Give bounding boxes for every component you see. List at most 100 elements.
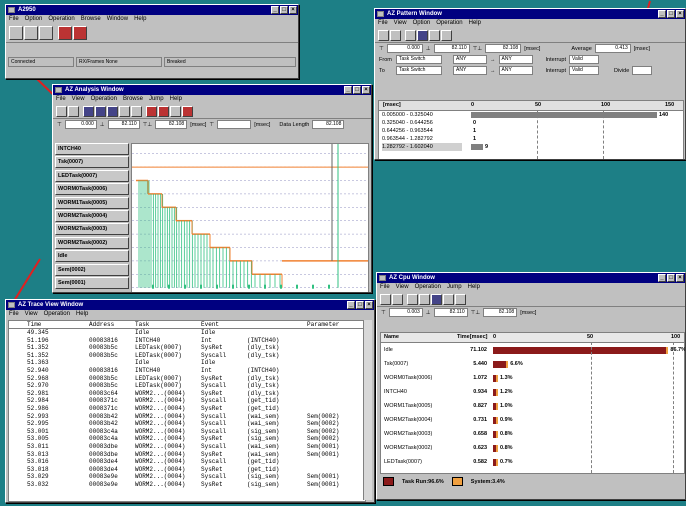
menu-item-help[interactable]: Help — [76, 310, 88, 319]
toolbar-button[interactable] — [170, 105, 181, 117]
toolbar-button[interactable] — [107, 105, 118, 117]
toolbar-button[interactable] — [407, 293, 418, 305]
task-label[interactable]: LEDTask(0007) — [55, 169, 129, 182]
maximize-button[interactable]: □ — [353, 86, 361, 94]
trace-row[interactable]: 52.968 00083b5c LEDTask(0007) SysRet (dly_ts… — [9, 375, 365, 383]
maximize-button[interactable]: □ — [280, 6, 288, 14]
toolbar-button[interactable] — [392, 293, 403, 305]
task-label[interactable]: WORM2Task(0002) — [55, 236, 129, 249]
cpu-row[interactable]: WORM2Task(0002) 0.623 0.8% — [381, 441, 684, 455]
trace-row[interactable]: 52.993 00083b42 WORM2...(0004) Syscall (wai_… — [9, 413, 365, 421]
toolbar-button[interactable] — [56, 105, 67, 117]
trace-row[interactable]: 52.981 00083c64 WORM2...(0004) SysRet (dly_t… — [9, 390, 365, 398]
pattern-row[interactable]: 0.005000 - 0.325040 140 — [379, 111, 683, 119]
menu-item-help[interactable]: Help — [469, 19, 481, 28]
trace-row[interactable]: 52.940 00083816 INTCH40 Int (INTCH40) — [9, 367, 365, 375]
toolbar-button[interactable] — [83, 105, 94, 117]
toolbar-button[interactable] — [429, 29, 440, 41]
menu-item-option[interactable]: Option — [413, 19, 431, 28]
average-field[interactable]: 0.413 — [594, 44, 631, 53]
task-label[interactable]: INTCH40 — [55, 143, 129, 155]
trace-row[interactable]: 53.016 00083de4 WORM2...(0004) Syscall (get_… — [9, 458, 365, 466]
toolbar-button[interactable] — [95, 105, 106, 117]
cpu-row[interactable]: WORM2Task(0003) 0.658 0.8% — [381, 427, 684, 441]
start-time-field[interactable]: 0.003 — [388, 308, 423, 317]
toolbar-button[interactable] — [455, 293, 466, 305]
trace-row[interactable]: 52.984 0008371c WORM2...(0004) Syscall (get_… — [9, 397, 365, 405]
toolbar-button[interactable] — [68, 105, 79, 117]
menu-item-operation[interactable]: Operation — [44, 310, 70, 319]
toolbar-button[interactable] — [158, 105, 169, 117]
menu-item-file[interactable]: File — [56, 95, 66, 104]
toolbar-button[interactable] — [378, 29, 389, 41]
trace-row[interactable]: 53.018 00083de4 WORM2...(0004) SysRet (get_t… — [9, 466, 365, 474]
menu-item-jump[interactable]: Jump — [447, 283, 462, 292]
menu-item-browse[interactable]: Browse — [123, 95, 143, 104]
interrupt-select-2[interactable]: Valid — [568, 66, 599, 75]
toolbar-button[interactable] — [380, 293, 391, 305]
to-select[interactable]: Task Switch — [396, 66, 442, 75]
pattern-row[interactable]: 1.282792 - 1.602040 9 — [379, 143, 683, 151]
cursor-field[interactable] — [217, 120, 252, 129]
maximize-button[interactable]: □ — [667, 10, 675, 18]
trace-row[interactable]: 53.013 00083dbe WORM2...(0004) SysRet (wai_s… — [9, 451, 365, 459]
maximize-button[interactable]: □ — [356, 301, 364, 309]
from-any-select-2[interactable]: ANY — [498, 55, 533, 64]
menu-item-file[interactable]: File — [380, 283, 390, 292]
cpu-row[interactable]: WORM1Task(0005) 0.827 1.0% — [381, 399, 684, 413]
from-any-select[interactable]: ANY — [453, 55, 487, 64]
cpu-row[interactable]: Tsk(0007) 5.440 6.6% — [381, 357, 684, 371]
toolbar-button[interactable] — [441, 29, 452, 41]
end-time-field[interactable]: 82.110 — [107, 120, 140, 129]
divide-field[interactable] — [632, 66, 653, 75]
menu-item-window[interactable]: Window — [107, 15, 128, 24]
toolbar-button[interactable] — [431, 293, 442, 305]
data-length-field[interactable]: 82.108 — [312, 120, 345, 129]
cpu-row[interactable]: LEDTask(0007) 0.582 0.7% — [381, 455, 684, 469]
to-any-select[interactable]: ANY — [453, 66, 487, 75]
pattern-row[interactable]: 0.325040 - 0.644256 0 — [379, 119, 683, 127]
menu-item-view[interactable]: View — [394, 19, 407, 28]
trace-row[interactable]: 51.196 00083816 INTCH40 Int (INTCH40) — [9, 337, 365, 345]
close-button[interactable]: × — [289, 6, 297, 14]
toolbar-button[interactable] — [119, 105, 130, 117]
end-time-field[interactable]: 82.110 — [433, 44, 470, 53]
menu-item-jump[interactable]: Jump — [149, 95, 164, 104]
toolbar-button[interactable] — [443, 293, 454, 305]
minimize-button[interactable]: _ — [658, 10, 666, 18]
trace-row[interactable]: 53.001 00083c4a WORM2...(0004) Syscall (sig_… — [9, 428, 365, 436]
minimize-button[interactable]: _ — [344, 86, 352, 94]
trace-row[interactable]: 53.032 00083e9e WORM2...(0004) SysRet (sig_s… — [9, 481, 365, 489]
task-label[interactable]: WORM0Task(0006) — [55, 183, 129, 196]
task-label[interactable]: WORM2Task(0003) — [55, 223, 129, 236]
range-field[interactable]: 82.108 — [155, 120, 188, 129]
menu-item-file[interactable]: File — [9, 15, 19, 24]
vertical-scrollbar[interactable] — [363, 320, 372, 500]
toolbar-button[interactable] — [131, 105, 142, 117]
trace-row[interactable]: 53.005 00083c4a WORM2...(0004) SysRet (sig_s… — [9, 435, 365, 443]
end-time-field[interactable]: 82.110 — [433, 308, 468, 317]
menu-item-operation[interactable]: Operation — [415, 283, 441, 292]
menu-item-help[interactable]: Help — [134, 15, 146, 24]
cpu-row[interactable]: INTCH40 0.934 1.2% — [381, 385, 684, 399]
menu-item-file[interactable]: File — [9, 310, 19, 319]
toolbar-button[interactable] — [390, 29, 401, 41]
toolbar-button[interactable] — [417, 29, 428, 41]
task-label[interactable]: Sem(0002) — [55, 263, 129, 276]
toolbar-button[interactable] — [182, 105, 193, 117]
minimize-button[interactable]: _ — [658, 274, 666, 282]
toolbar-button[interactable] — [73, 26, 87, 40]
toolbar-button[interactable] — [419, 293, 430, 305]
close-button[interactable]: × — [676, 274, 684, 282]
task-label[interactable]: Sem(0001) — [55, 276, 129, 289]
pattern-row[interactable]: 0.963544 - 1.282792 1 — [379, 135, 683, 143]
cpu-row[interactable]: Idle 71.102 86.7% — [381, 343, 685, 357]
task-label[interactable]: WORM2Task(0004) — [55, 209, 129, 222]
menu-item-help[interactable]: Help — [170, 95, 182, 104]
cpu-row[interactable]: WORM0Task(0006) 1.072 1.3% — [381, 371, 684, 385]
close-button[interactable]: × — [362, 86, 370, 94]
toolbar-button[interactable] — [405, 29, 416, 41]
trace-row[interactable]: 53.029 00083e9e WORM2...(0004) Syscall (sig_… — [9, 473, 365, 481]
menu-item-help[interactable]: Help — [468, 283, 480, 292]
maximize-button[interactable]: □ — [667, 274, 675, 282]
